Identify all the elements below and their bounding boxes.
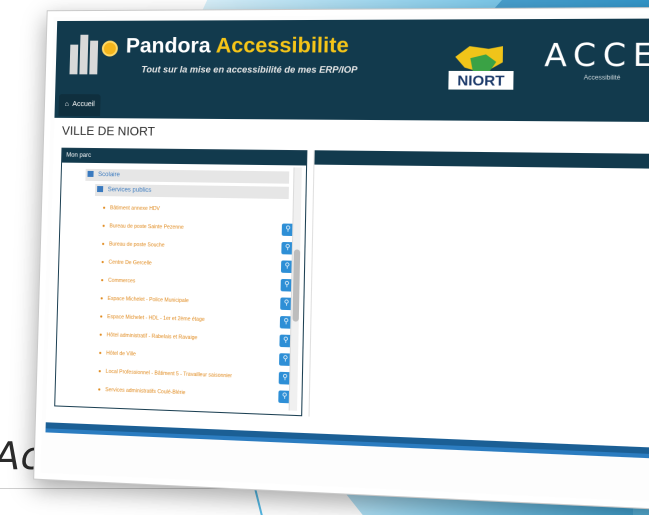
list-item-label: Commerces [108,277,136,285]
parc-panel: Mon parc Scolaire Services publics ● Bât… [54,147,308,417]
building-icon: ● [99,332,103,339]
app-title-accent: Accessibilite [215,34,349,58]
parc-tree: Scolaire Services publics ● Bâtiment ann… [79,168,295,406]
detail-pane [308,150,649,431]
folder-icon [87,171,94,178]
list-item-label: Bâtiment annexe HDV [109,205,160,213]
home-tab[interactable]: ⌂ Accueil [58,94,102,117]
pandora-logo-icon [69,34,119,75]
tree-node-scolaire[interactable]: Scolaire [85,168,290,184]
building-icon: ● [102,205,106,212]
building-icon: ● [101,241,105,248]
building-icon: ● [98,368,102,375]
app-subtitle: Tout sur la mise en accessibilité de mes… [141,64,358,75]
panel-scrollbar[interactable] [288,167,302,411]
scrollbar-thumb[interactable] [292,249,301,322]
building-icon: ● [98,350,102,357]
building-icon: ● [100,277,104,284]
slide-caption-rule [0,488,230,489]
detail-pane-header [314,150,649,169]
screenshot-frame: Pandora Accessibilite Tout sur la mise e… [33,6,649,511]
building-icon: ● [99,313,103,321]
list-item-label: Local Professionnel - Bâtiment 5 - Trava… [105,368,233,380]
building-icon: ● [102,223,106,230]
tree-node-label: Services publics [107,187,152,194]
tree-node-label: Scolaire [98,172,120,179]
niort-logo-text: NIORT [448,70,514,90]
acceo-logo: ACCEO [544,37,649,75]
list-item-label: Espace Michelet - HDL - 1er et 2ème étag… [107,314,205,324]
tree-node-services-publics[interactable]: Services publics [94,183,289,200]
app-header: Pandora Accessibilite Tout sur la mise e… [54,18,649,123]
home-icon: ⌂ [64,101,69,108]
acceo-logo-sub: Accessibilité [583,75,621,82]
niort-logo: NIORT [448,44,514,90]
list-item-label: Centre De Gercelle [108,259,152,267]
home-tab-label: Accueil [72,101,95,109]
folder-icon [97,186,104,193]
list-item-label: Hôtel administratif - Rabelais et Ravaig… [106,332,198,342]
app-title: Pandora Accessibilite [126,34,349,58]
building-icon: ● [100,295,104,302]
building-icon: ● [97,386,101,393]
coin-icon [101,40,119,57]
app-window: Pandora Accessibilite Tout sur la mise e… [45,18,649,455]
list-item-label: Bureau de poste Souche [108,241,165,249]
panel-title: Mon parc [62,148,307,166]
list-item-label: Hôtel de Ville [106,350,136,358]
list-item-label: Espace Michelet - Police Municipale [107,295,189,305]
page-title: VILLE DE NIORT [61,123,156,139]
building-icon: ● [101,259,105,266]
list-item-label: Services administratifs Coulé-Blérie [105,387,186,397]
app-title-main: Pandora [125,34,211,58]
list-item-label: Bureau de poste Sainte Pezenne [109,223,184,231]
